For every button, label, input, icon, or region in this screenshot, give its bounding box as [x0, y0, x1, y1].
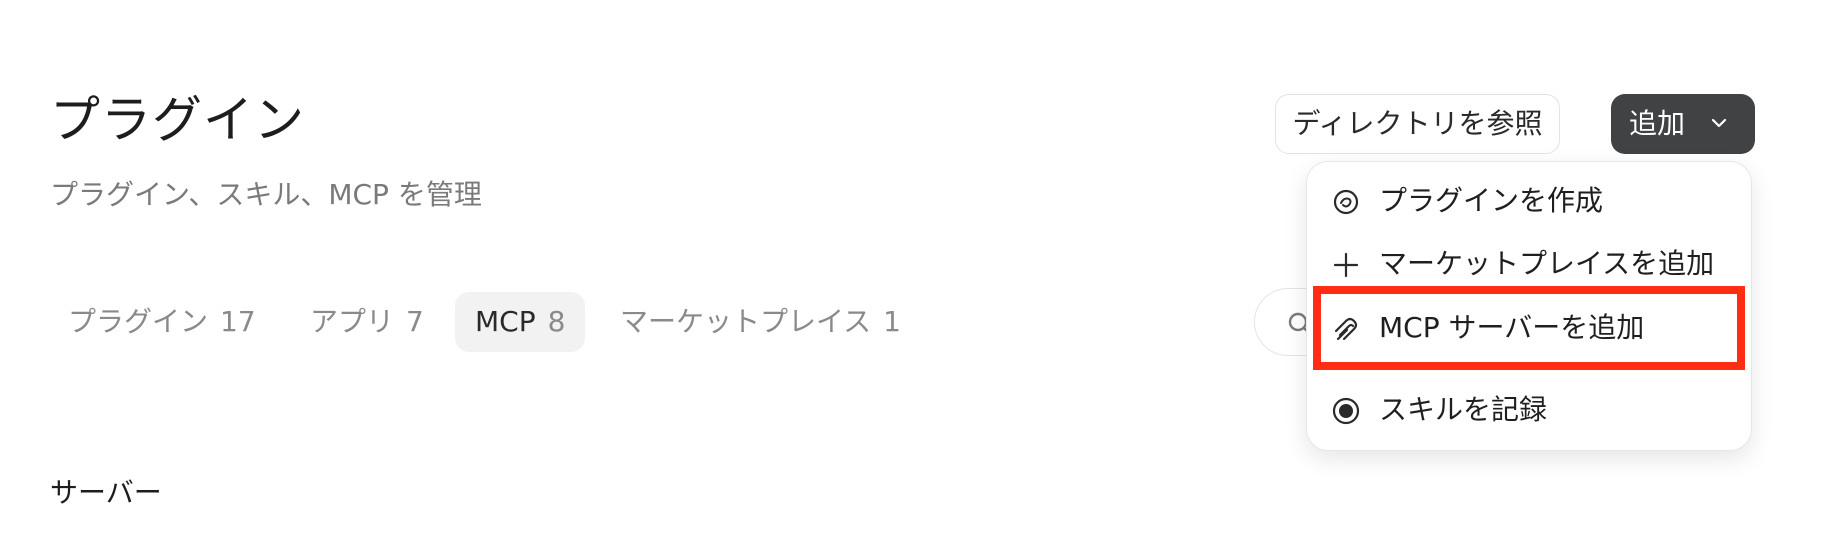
tab-count: 8 — [547, 305, 566, 338]
record-icon — [1332, 397, 1360, 425]
tab-plugins[interactable]: プラグイン 17 — [68, 292, 256, 352]
menu-item-record-skill[interactable]: スキルを記録 — [1307, 382, 1751, 438]
tab-count: 17 — [220, 305, 256, 338]
menu-item-label: スキルを記録 — [1379, 393, 1548, 426]
servers-section-heading: サーバー — [50, 476, 162, 509]
menu-item-add-mcp-server[interactable]: MCP サーバーを追加 — [1307, 300, 1751, 356]
browse-directory-label: ディレクトリを参照 — [1292, 107, 1543, 140]
page-subtitle: プラグイン、スキル、MCP を管理 — [50, 178, 482, 211]
menu-item-create-plugin[interactable]: プラグインを作成 — [1307, 173, 1751, 229]
browse-directory-button[interactable]: ディレクトリを参照 — [1275, 94, 1560, 154]
tab-marketplace[interactable]: マーケットプレイス 1 — [620, 292, 901, 352]
chevron-down-icon — [1711, 118, 1727, 128]
add-dropdown-menu: プラグインを作成 マーケットプレイスを追加 MCP サーバーを追加 スキルを記録 — [1306, 161, 1752, 451]
add-button-label: 追加 — [1629, 107, 1686, 140]
tab-label: アプリ — [310, 305, 395, 338]
plus-icon — [1333, 252, 1359, 278]
tab-mcp[interactable]: MCP 8 — [455, 292, 586, 352]
mcp-icon — [1334, 317, 1358, 341]
menu-item-add-marketplace[interactable]: マーケットプレイスを追加 — [1307, 236, 1751, 292]
create-plugin-icon — [1333, 189, 1359, 215]
tab-count: 7 — [406, 305, 424, 338]
tab-apps[interactable]: アプリ 7 — [310, 292, 424, 352]
menu-item-label: MCP サーバーを追加 — [1379, 311, 1645, 344]
tab-label: プラグイン — [68, 305, 209, 338]
tab-count: 1 — [883, 305, 901, 338]
tab-label: マーケットプレイス — [620, 305, 872, 338]
page-title: プラグイン — [50, 91, 305, 149]
tab-label: MCP — [475, 305, 536, 338]
add-button[interactable]: 追加 — [1611, 94, 1755, 154]
menu-item-label: プラグインを作成 — [1379, 184, 1604, 217]
menu-item-label: マーケットプレイスを追加 — [1379, 247, 1715, 280]
